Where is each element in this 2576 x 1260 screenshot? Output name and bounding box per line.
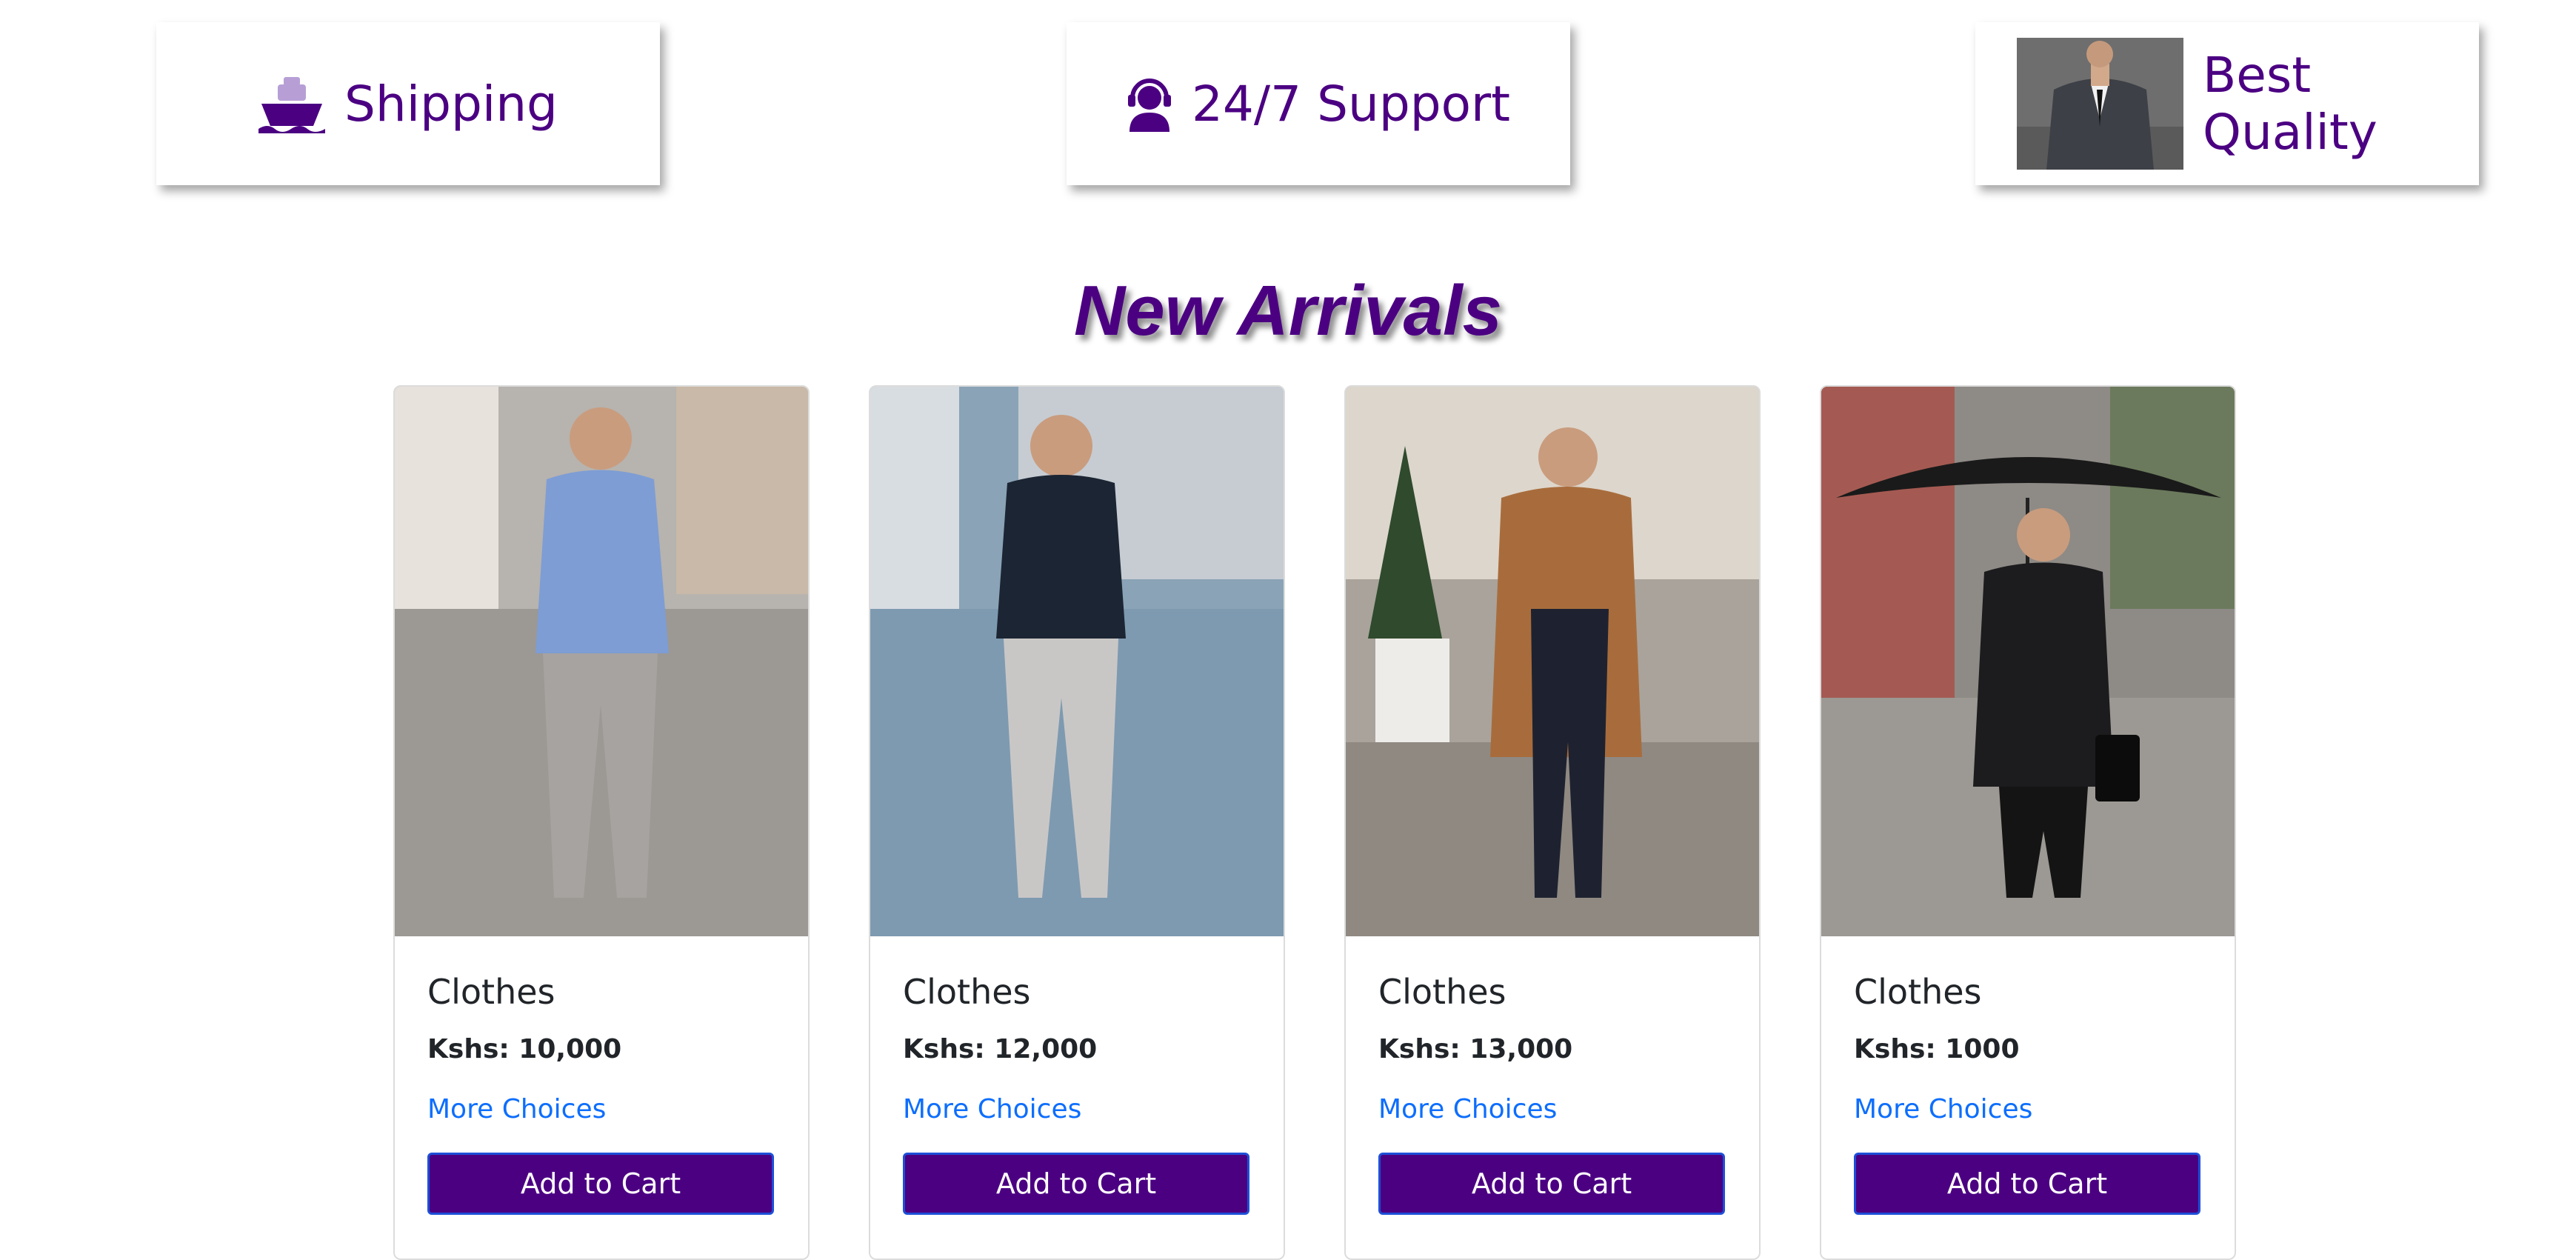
add-to-cart-button[interactable]: Add to Cart (903, 1153, 1249, 1215)
product-image[interactable] (870, 387, 1284, 936)
product-card: Clothes Kshs: 12,000 More Choices Add to… (869, 385, 1285, 1260)
product-card: Clothes Kshs: 10,000 More Choices Add to… (393, 385, 810, 1260)
more-choices-link[interactable]: More Choices (903, 1094, 1251, 1124)
feature-support: 24/7 Support (1067, 22, 1570, 185)
product-price: Kshs: 12,000 (903, 1034, 1098, 1064)
product-price: Kshs: 10,000 (427, 1034, 622, 1064)
product-image[interactable] (395, 387, 808, 936)
feature-quality: Best Quality (1975, 22, 2479, 185)
feature-shipping: Shipping (156, 22, 660, 185)
add-to-cart-button[interactable]: Add to Cart (1854, 1153, 2200, 1215)
feature-label: Best Quality (2203, 47, 2378, 161)
more-choices-link[interactable]: More Choices (1854, 1094, 2202, 1124)
product-title: Clothes (427, 972, 555, 1012)
headset-icon (1127, 76, 1172, 132)
product-price: Kshs: 13,000 (1378, 1034, 1573, 1064)
add-to-cart-button[interactable]: Add to Cart (1378, 1153, 1725, 1215)
feature-label: 24/7 Support (1191, 75, 1511, 133)
product-price: Kshs: 1000 (1854, 1034, 2020, 1064)
product-image[interactable] (1346, 387, 1759, 936)
product-image[interactable] (1821, 387, 2235, 936)
add-to-cart-button[interactable]: Add to Cart (427, 1153, 774, 1215)
more-choices-link[interactable]: More Choices (427, 1094, 775, 1124)
ship-icon (258, 74, 326, 133)
product-card: Clothes Kshs: 1000 More Choices Add to C… (1820, 385, 2236, 1260)
section-title: New Arrivals (1073, 271, 1503, 350)
feature-label: Shipping (344, 75, 558, 133)
product-title: Clothes (903, 972, 1031, 1012)
product-title: Clothes (1854, 972, 1982, 1012)
product-title: Clothes (1378, 972, 1506, 1012)
product-card: Clothes Kshs: 13,000 More Choices Add to… (1344, 385, 1761, 1260)
more-choices-link[interactable]: More Choices (1378, 1094, 1726, 1124)
suit-thumbnail (2017, 38, 2183, 170)
